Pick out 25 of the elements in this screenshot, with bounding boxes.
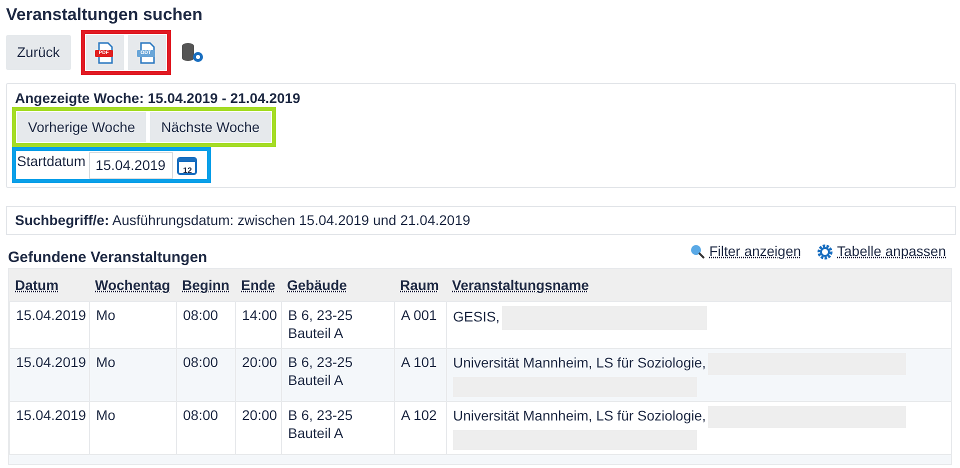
column-header[interactable]: Raum [400, 276, 439, 292]
calendar-button[interactable]: 12 [177, 155, 198, 175]
week-button[interactable]: Vorherige Woche [17, 112, 146, 142]
page-title: Veranstaltungen suchen [6, 4, 204, 26]
week-label: Angezeigte Woche: 15.04.2019 - 21.04.2019 [15, 90, 302, 107]
table-settings-link[interactable]: Tabelle anpassen [817, 241, 946, 262]
search-terms-text: Suchbegriff/e: Ausführungsdatum: zwischen 15.04.2019 und 21.04.2019 [15, 212, 470, 228]
start-date-label: Startdatum [17, 152, 86, 171]
column-header[interactable]: Beginn [182, 276, 230, 292]
table-cell: Universität Mannheim, LS für Soziologie, [446, 402, 951, 454]
column-header[interactable]: Gebäude [287, 276, 347, 292]
search-icon [690, 244, 706, 259]
table-cell: GESIS, [446, 302, 951, 348]
start-date-field[interactable]: 15.04.2019 [89, 152, 174, 178]
settings-icon [817, 244, 834, 260]
filter-link[interactable]: Filter anzeigen [690, 241, 802, 262]
table-cell: Universität Mannheim, LS für Soziologie, [446, 349, 951, 401]
column-header[interactable]: Ende [241, 276, 276, 292]
back-button[interactable]: Zurück [6, 35, 71, 70]
column-header[interactable]: Veranstaltungsname [452, 276, 589, 292]
database-settings-icon[interactable] [180, 42, 205, 64]
results-title: Gefundene Veranstaltungen [8, 248, 208, 268]
week-button[interactable]: Nächste Woche [150, 112, 271, 142]
column-header[interactable]: Datum [15, 276, 59, 292]
column-header[interactable]: Wochentag [95, 276, 170, 292]
